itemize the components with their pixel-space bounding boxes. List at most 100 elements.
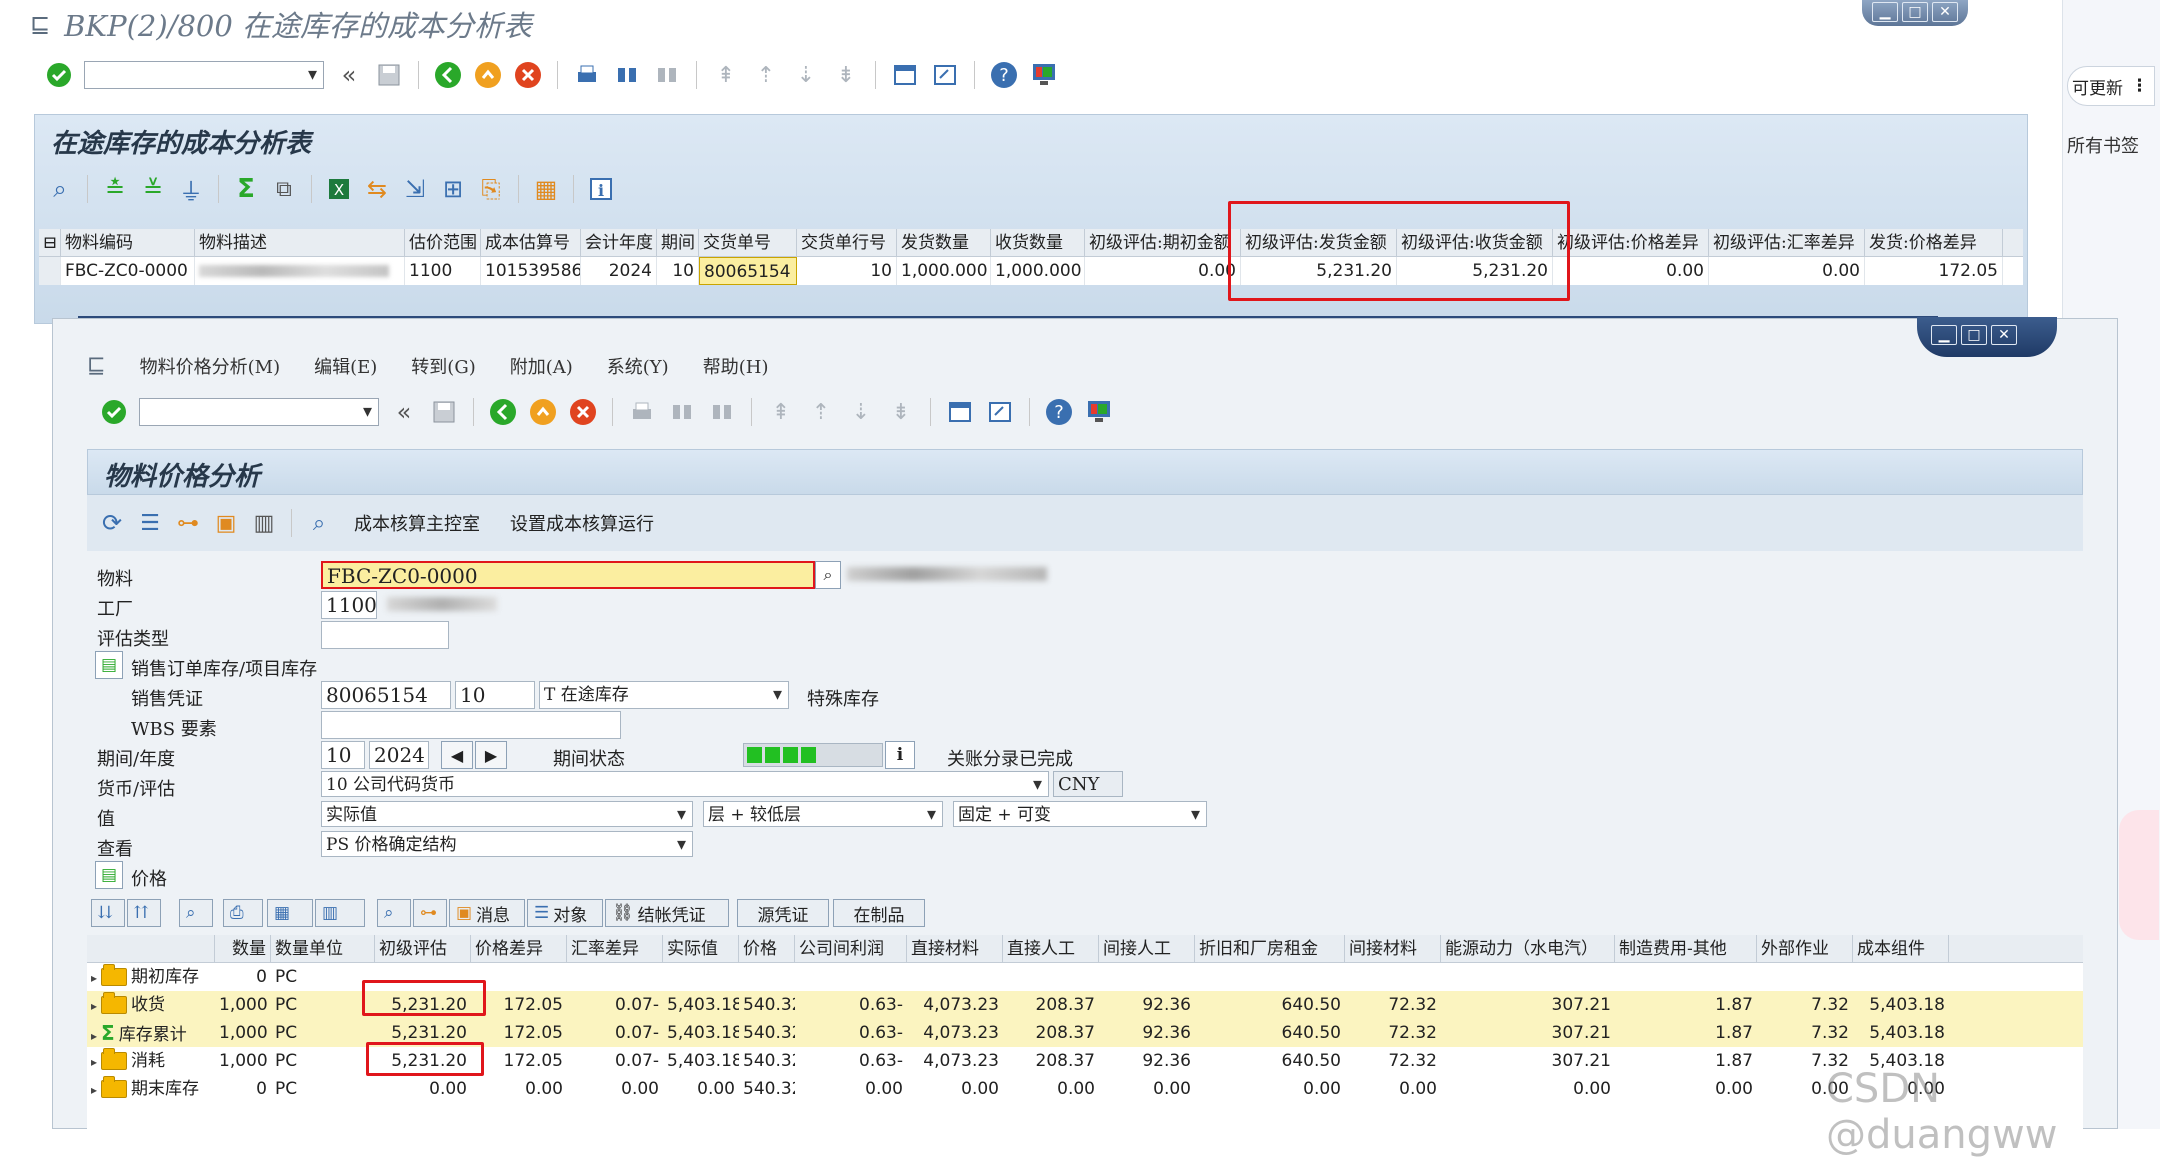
tree-cell[interactable]: 0.00 xyxy=(907,1075,1003,1103)
tree-cell[interactable]: 208.37 xyxy=(1003,991,1099,1019)
tree-cell[interactable]: 0.00 xyxy=(567,1075,663,1103)
structure-tree-icon[interactable]: ⊶ xyxy=(413,899,447,927)
maximize-icon[interactable]: □ xyxy=(1902,2,1928,22)
list-view-icon[interactable]: ☰ xyxy=(135,508,165,538)
back-icon[interactable] xyxy=(433,60,463,90)
tree-cell[interactable]: 0.00 xyxy=(471,1075,567,1103)
tree-cell[interactable]: 540.32 xyxy=(739,991,795,1019)
command-field[interactable] xyxy=(139,398,379,426)
value-select[interactable]: 实际值 xyxy=(321,801,693,827)
special-stock-select[interactable]: T 在途库存 xyxy=(539,681,789,709)
wip-button[interactable]: 在制品 xyxy=(833,899,925,927)
collapse-icon[interactable]: « xyxy=(389,397,419,427)
tree-cell[interactable]: 5,403.18 xyxy=(663,1047,739,1075)
col-header[interactable]: 直接材料 xyxy=(907,934,1003,963)
sum-icon[interactable]: Σ xyxy=(231,174,261,204)
bookmarks-label[interactable]: 所有书签 xyxy=(2067,132,2139,158)
tree-cell[interactable] xyxy=(739,963,795,991)
tree-node[interactable]: ▸ 消耗 xyxy=(87,1047,215,1075)
cell-period[interactable]: 10 xyxy=(657,257,699,285)
col-header[interactable]: 交货单行号 xyxy=(797,228,897,257)
tree-cell[interactable]: 172.05 xyxy=(471,1019,567,1047)
cell-fx-diff[interactable]: 0.00 xyxy=(1709,257,1865,285)
cell-price-diff[interactable]: 0.00 xyxy=(1553,257,1709,285)
tree-node[interactable]: ▸ 期初库存 xyxy=(87,963,215,991)
col-header[interactable]: 数量 xyxy=(215,934,271,963)
source-docs-button[interactable]: 源凭证 xyxy=(737,899,829,927)
tree-cell[interactable]: 72.32 xyxy=(1345,1019,1441,1047)
tree-cell[interactable]: 640.50 xyxy=(1195,991,1345,1019)
expand-arrow-icon[interactable]: ▸ xyxy=(91,999,97,1013)
details-icon[interactable]: ⌕ xyxy=(45,174,75,204)
more-icon[interactable]: ⋮ xyxy=(2131,76,2148,96)
word-icon[interactable]: ⇆ xyxy=(362,174,392,204)
detail-tree-icon[interactable]: ⌕ xyxy=(377,899,411,927)
update-pill[interactable]: 可更新 ⋮ xyxy=(2067,66,2155,106)
cell-issue-price-diff[interactable]: 172.05 xyxy=(1865,257,2003,285)
columns-icon[interactable]: ▥ xyxy=(249,508,279,538)
minimize-icon[interactable]: ▁ xyxy=(1872,2,1898,22)
find-icon[interactable] xyxy=(667,397,697,427)
find-icon[interactable] xyxy=(612,60,642,90)
cell-delivery-item[interactable]: 10 xyxy=(797,257,897,285)
col-header[interactable]: 初级评估 xyxy=(375,934,471,963)
tree-cell[interactable]: PC xyxy=(271,1019,375,1047)
select-all-icon[interactable]: ⊟ xyxy=(39,228,61,257)
refresh-icon[interactable]: ⟳ xyxy=(97,508,127,538)
tree-cell[interactable]: 0.00 xyxy=(375,1075,471,1103)
tree-cell[interactable]: PC xyxy=(271,1047,375,1075)
view-tree-icon[interactable]: ▥ xyxy=(315,899,365,927)
sales-stock-toggle-icon[interactable]: ▤ xyxy=(95,651,123,679)
new-session-icon[interactable] xyxy=(945,397,975,427)
cost-cockpit-button[interactable]: 成本核算主控室 xyxy=(354,510,480,536)
enter-check-icon[interactable] xyxy=(99,397,129,427)
next-page-icon[interactable]: ⇣ xyxy=(846,397,876,427)
settlement-docs-button[interactable]: ⛓ 结帐凭证 xyxy=(605,899,729,927)
tree-cell[interactable]: 5,403.18 xyxy=(1853,991,1949,1019)
tree-cell[interactable]: 208.37 xyxy=(1003,1019,1099,1047)
col-header[interactable]: 初级评估:汇率差异 xyxy=(1709,228,1865,257)
tree-cell[interactable] xyxy=(1853,963,1949,991)
menu-edit[interactable]: 编辑(E) xyxy=(314,353,377,379)
search-help-icon[interactable]: ⌕ xyxy=(304,508,334,538)
period-input[interactable]: 10 xyxy=(321,741,365,769)
expand-all-icon[interactable]: ⇊ xyxy=(91,899,125,927)
shortcut-icon[interactable] xyxy=(930,60,960,90)
row-selector[interactable] xyxy=(39,257,61,285)
tree-cell[interactable]: 307.21 xyxy=(1441,1019,1615,1047)
sort-desc-icon[interactable]: ≚ xyxy=(138,174,168,204)
objects-button[interactable]: ☰ 对象 xyxy=(527,899,603,927)
tree-cell[interactable]: 0.00 xyxy=(663,1075,739,1103)
tree-cell[interactable]: 540.32 xyxy=(739,1019,795,1047)
cancel-icon[interactable] xyxy=(513,60,543,90)
col-header[interactable]: 汇率差异 xyxy=(567,934,663,963)
inner-maximize-icon[interactable]: □ xyxy=(1961,325,1987,345)
tree-cell[interactable]: 0 xyxy=(215,1075,271,1103)
tree-cell[interactable]: 1,000 xyxy=(215,1019,271,1047)
expand-arrow-icon[interactable]: ▸ xyxy=(91,1083,97,1097)
collapse-icon[interactable]: « xyxy=(334,60,364,90)
col-header[interactable]: 数量单位 xyxy=(271,934,375,963)
tree-cell[interactable] xyxy=(1441,963,1615,991)
tree-node[interactable]: ▸ 期末库存 xyxy=(87,1075,215,1103)
col-header[interactable]: 制造费用-其他 xyxy=(1615,934,1757,963)
first-page-icon[interactable]: ⇞ xyxy=(766,397,796,427)
tree-cell[interactable]: 0 xyxy=(215,963,271,991)
sort-asc-icon[interactable]: ≛ xyxy=(100,174,130,204)
tree-cell[interactable]: 1,000 xyxy=(215,1047,271,1075)
tree-cell[interactable]: PC xyxy=(271,1075,375,1103)
tree-cell[interactable]: 5,403.18 xyxy=(663,1019,739,1047)
tree-node[interactable]: ▸ Σ 库存累计 xyxy=(87,1019,215,1047)
find-next-icon[interactable] xyxy=(707,397,737,427)
tree-cell[interactable]: 72.32 xyxy=(1345,1047,1441,1075)
cell-receipt-qty[interactable]: 1,000.000 xyxy=(991,257,1085,285)
tree-cell[interactable]: 0.00 xyxy=(1099,1075,1195,1103)
col-header[interactable]: 收货数量 xyxy=(991,228,1085,257)
tree-cell[interactable]: 0.07- xyxy=(567,1019,663,1047)
col-header[interactable]: 成本估算号 xyxy=(481,228,581,257)
tree-cell[interactable]: 4,073.23 xyxy=(907,991,1003,1019)
col-header[interactable]: 折旧和厂房租金 xyxy=(1195,934,1345,963)
costing-run-button[interactable]: 设置成本核算运行 xyxy=(510,510,654,536)
tree-cell[interactable]: 72.32 xyxy=(1345,991,1441,1019)
tree-cell[interactable]: 0.00 xyxy=(795,1075,907,1103)
